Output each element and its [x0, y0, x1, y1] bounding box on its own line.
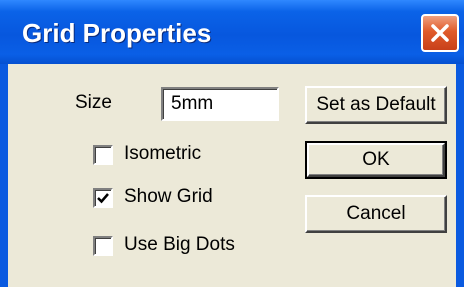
show-grid-label[interactable]: Show Grid — [124, 186, 213, 208]
close-icon — [431, 24, 449, 42]
ok-button[interactable]: OK — [305, 141, 447, 179]
isometric-label[interactable]: Isometric — [124, 143, 201, 165]
use-big-dots-label[interactable]: Use Big Dots — [124, 234, 235, 256]
cancel-button[interactable]: Cancel — [305, 195, 447, 233]
set-as-default-button[interactable]: Set as Default — [305, 86, 447, 124]
dialog-body: Size Isometric Show Grid Use Big Dots Se… — [8, 64, 456, 287]
checkmark-icon — [97, 193, 109, 204]
isometric-checkbox[interactable] — [93, 145, 113, 165]
grid-properties-dialog: Grid Properties Size Isometric Show Grid… — [0, 0, 464, 287]
close-button[interactable] — [421, 14, 459, 52]
use-big-dots-checkbox[interactable] — [93, 236, 113, 256]
window-title: Grid Properties — [22, 18, 212, 48]
show-grid-checkbox[interactable] — [93, 188, 113, 208]
title-bar[interactable]: Grid Properties — [0, 0, 464, 64]
size-input[interactable] — [161, 87, 279, 121]
size-label: Size — [75, 92, 112, 113]
